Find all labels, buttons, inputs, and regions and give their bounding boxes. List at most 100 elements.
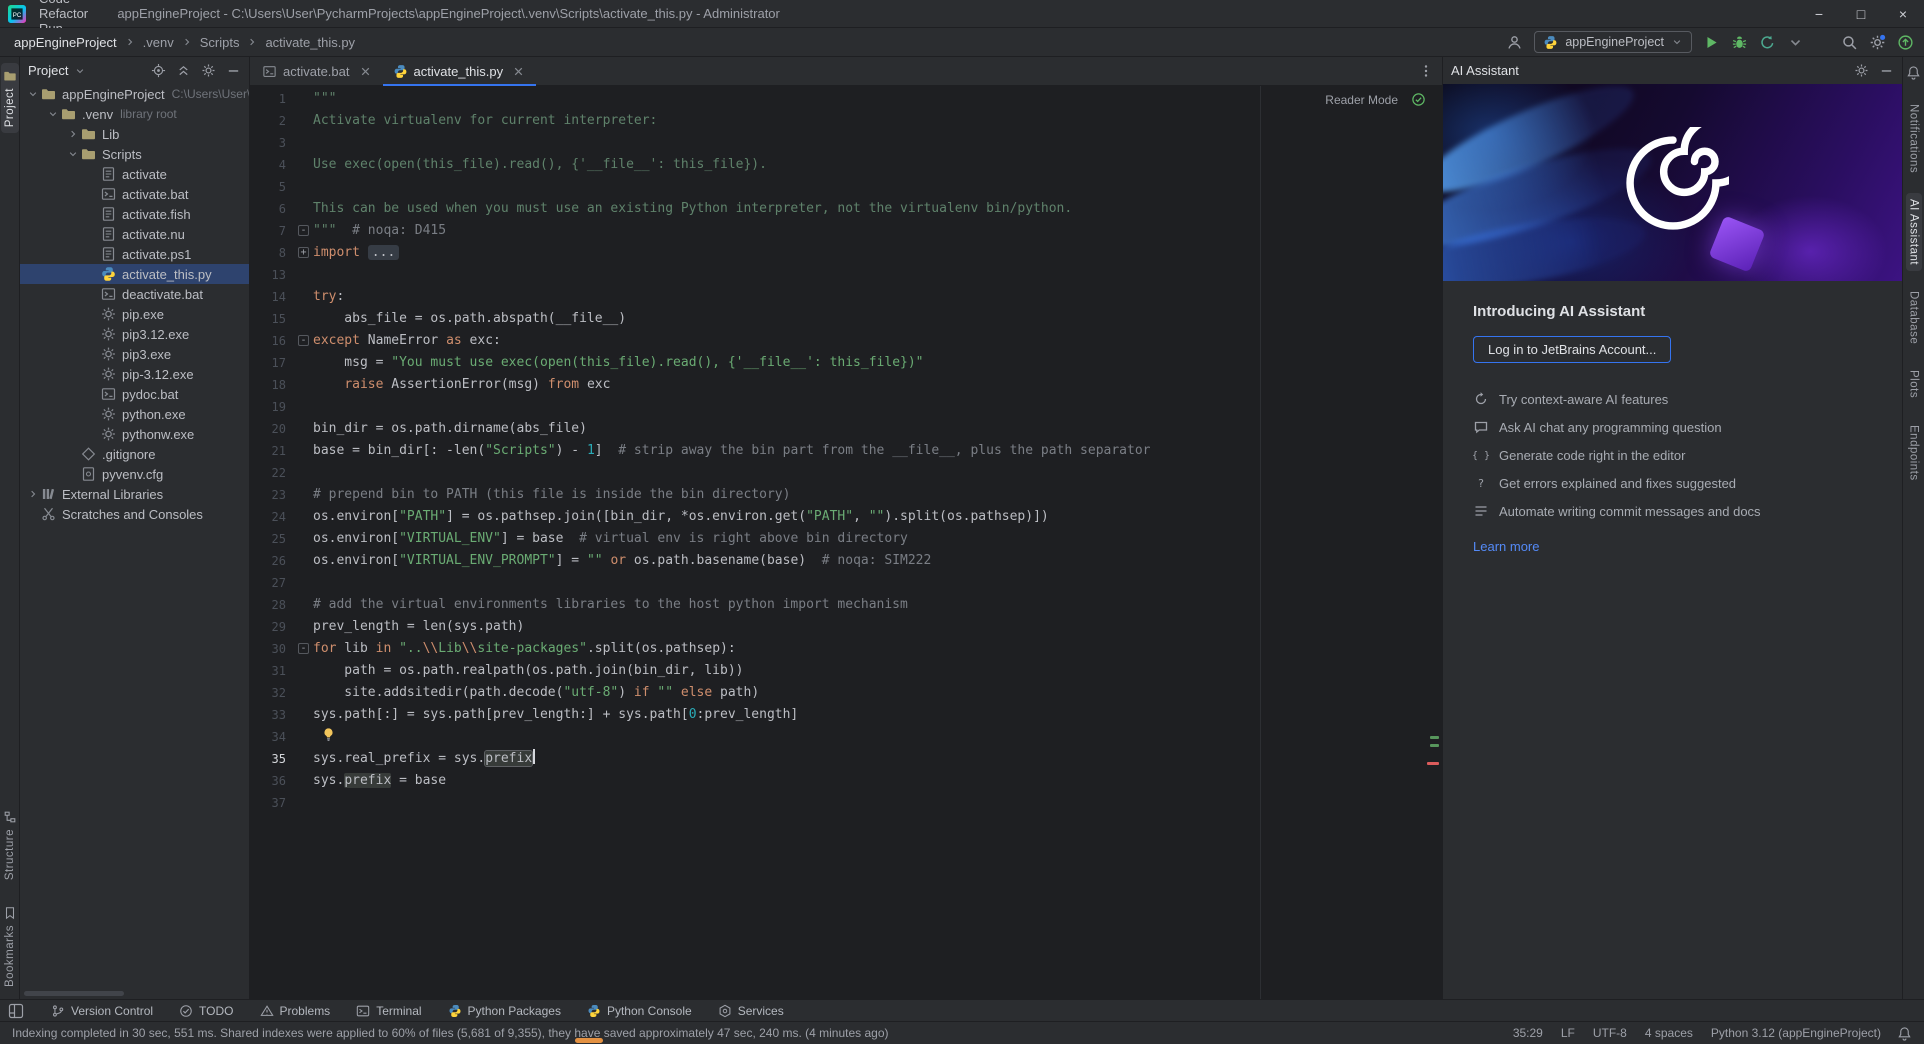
minus-icon[interactable] [1879,63,1894,78]
breadcrumb-item[interactable]: .venv [139,34,178,51]
close-icon[interactable] [511,64,526,79]
status-caret-position[interactable]: 35:29 [1513,1026,1543,1040]
sidebar-item-structure[interactable]: Structure [1,804,19,886]
fold-expand-icon[interactable]: + [298,247,309,258]
breadcrumb-item[interactable]: Scripts [196,34,244,51]
status-line-ending[interactable]: LF [1561,1026,1575,1040]
minus-icon[interactable] [226,63,241,78]
tree-item--venv[interactable]: .venvlibrary root [20,104,249,124]
tree-item-deactivate-bat[interactable]: deactivate.bat [20,284,249,304]
update-icon[interactable] [1897,34,1914,51]
tool-stripe-notifications[interactable]: Notifications [1906,98,1922,179]
gear-icon[interactable] [201,63,216,78]
tree-item-pip3-12-exe[interactable]: pip3.12.exe [20,324,249,344]
tree-item-pip-exe[interactable]: pip.exe [20,304,249,324]
chevron-down-icon[interactable] [74,65,86,77]
tool-window-services[interactable]: Services [705,1000,797,1021]
code-line[interactable]: 2Activate virtualenv for current interpr… [250,110,1442,132]
editor-tab-activate-this-py[interactable]: activate_this.py [383,57,537,85]
rerun-icon[interactable] [1759,34,1776,51]
code-line[interactable]: 29prev_length = len(sys.path) [250,616,1442,638]
code-line[interactable]: 26os.environ["VIRTUAL_ENV_PROMPT"] = "" … [250,550,1442,572]
tool-stripe-ai-assistant[interactable]: AI Assistant [1906,193,1922,271]
status-indent[interactable]: 4 spaces [1645,1026,1693,1040]
maximize-button[interactable]: □ [1840,0,1882,28]
menu-refactor[interactable]: Refactor [32,6,97,21]
fold-collapse-icon[interactable]: - [298,335,309,346]
layout-icon[interactable] [8,1003,24,1019]
tool-stripe-plots[interactable]: Plots [1906,364,1922,404]
code-line[interactable]: 19 [250,396,1442,418]
close-icon[interactable] [358,64,373,79]
chevron-down-icon[interactable] [26,88,40,100]
tree-item-pythonw-exe[interactable]: pythonw.exe [20,424,249,444]
chevron-down-icon[interactable] [1787,34,1804,51]
status-encoding[interactable]: UTF-8 [1593,1026,1627,1040]
code-line[interactable]: 14try: [250,286,1442,308]
code-line[interactable]: 17 msg = "You must use exec(open(this_fi… [250,352,1442,374]
login-jetbrains-button[interactable]: Log in to JetBrains Account... [1473,336,1671,363]
code-line[interactable]: 28# add the virtual environments librari… [250,594,1442,616]
tree-item-external-libraries[interactable]: External Libraries [20,484,249,504]
code-line[interactable]: 4Use exec(open(this_file).read(), {'__fi… [250,154,1442,176]
tree-item-activate[interactable]: activate [20,164,249,184]
sidebar-item-bookmarks[interactable]: Bookmarks [1,900,19,993]
bug-icon[interactable] [1731,34,1748,51]
code-line[interactable]: 18 raise AssertionError(msg) from exc [250,374,1442,396]
reader-mode-label[interactable]: Reader Mode [1325,93,1398,107]
fold-collapse-icon[interactable]: - [298,643,309,654]
code-line[interactable]: 37 [250,792,1442,814]
tool-window-problems[interactable]: Problems [247,1000,344,1021]
tool-window-python-console[interactable]: Python Console [574,1000,705,1021]
chevron-down-icon[interactable] [46,108,60,120]
tree-item-pydoc-bat[interactable]: pydoc.bat [20,384,249,404]
tree-item-pip3-exe[interactable]: pip3.exe [20,344,249,364]
tool-window-todo[interactable]: TODO [166,1000,246,1021]
code-line[interactable]: 13 [250,264,1442,286]
code-line[interactable]: 7-""" # noqa: D415 [250,220,1442,242]
code-line[interactable]: 5 [250,176,1442,198]
tool-stripe-endpoints[interactable]: Endpoints [1906,419,1922,487]
code-line[interactable]: 1""" [250,88,1442,110]
code-line[interactable]: 22 [250,462,1442,484]
code-line[interactable]: 16-except NameError as exc: [250,330,1442,352]
tree-item-pip-3-12-exe[interactable]: pip-3.12.exe [20,364,249,384]
gear-icon[interactable] [1854,63,1869,78]
tool-window-python-packages[interactable]: Python Packages [435,1000,574,1021]
tree-item-scripts[interactable]: Scripts [20,144,249,164]
inspections-ok-icon[interactable] [1411,92,1426,107]
code-line[interactable]: 8+import ... [250,242,1442,264]
code-line[interactable]: 31 path = os.path.realpath(os.path.join(… [250,660,1442,682]
code-line[interactable]: 6This can be used when you must use an e… [250,198,1442,220]
tree-item-scratches-and-consoles[interactable]: Scratches and Consoles [20,504,249,524]
code-line[interactable]: 27 [250,572,1442,594]
bell-icon[interactable] [1897,1026,1912,1041]
collapse-icon[interactable] [176,63,191,78]
status-interpreter[interactable]: Python 3.12 (appEngineProject) [1711,1026,1881,1040]
code-line[interactable]: 3 [250,132,1442,154]
target-icon[interactable] [151,63,166,78]
breadcrumb-item[interactable]: appEngineProject [10,34,121,51]
code-line[interactable]: 36sys.prefix = base [250,770,1442,792]
tree-item-activate-nu[interactable]: activate.nu [20,224,249,244]
search-icon[interactable] [1841,34,1858,51]
tree-item-activate-bat[interactable]: activate.bat [20,184,249,204]
user-icon[interactable] [1506,34,1523,51]
code-line[interactable]: 35sys.real_prefix = sys.prefix [250,748,1442,770]
code-editor[interactable]: 1"""2Activate virtualenv for current int… [250,86,1442,999]
code-line[interactable]: 32 site.addsitedir(path.decode("utf-8") … [250,682,1442,704]
editor-tab-activate-bat[interactable]: activate.bat [252,57,383,85]
sidebar-item-project[interactable]: Project [1,63,19,133]
code-line[interactable]: 33sys.path[:] = sys.path[prev_length:] +… [250,704,1442,726]
tree-item-activate-fish[interactable]: activate.fish [20,204,249,224]
code-line[interactable]: 20bin_dir = os.path.dirname(abs_file) [250,418,1442,440]
minimize-button[interactable]: − [1798,0,1840,28]
notifications-icon[interactable] [1906,65,1921,80]
code-line[interactable]: 23# prepend bin to PATH (this file is in… [250,484,1442,506]
code-line[interactable]: 25os.environ["VIRTUAL_ENV"] = base # vir… [250,528,1442,550]
code-line[interactable]: 24os.environ["PATH"] = os.pathsep.join([… [250,506,1442,528]
settings-dot-icon[interactable] [1869,34,1886,51]
horizontal-scrollbar[interactable] [24,991,124,996]
chevron-right-icon[interactable] [66,128,80,140]
breadcrumb-item[interactable]: activate_this.py [261,34,359,51]
